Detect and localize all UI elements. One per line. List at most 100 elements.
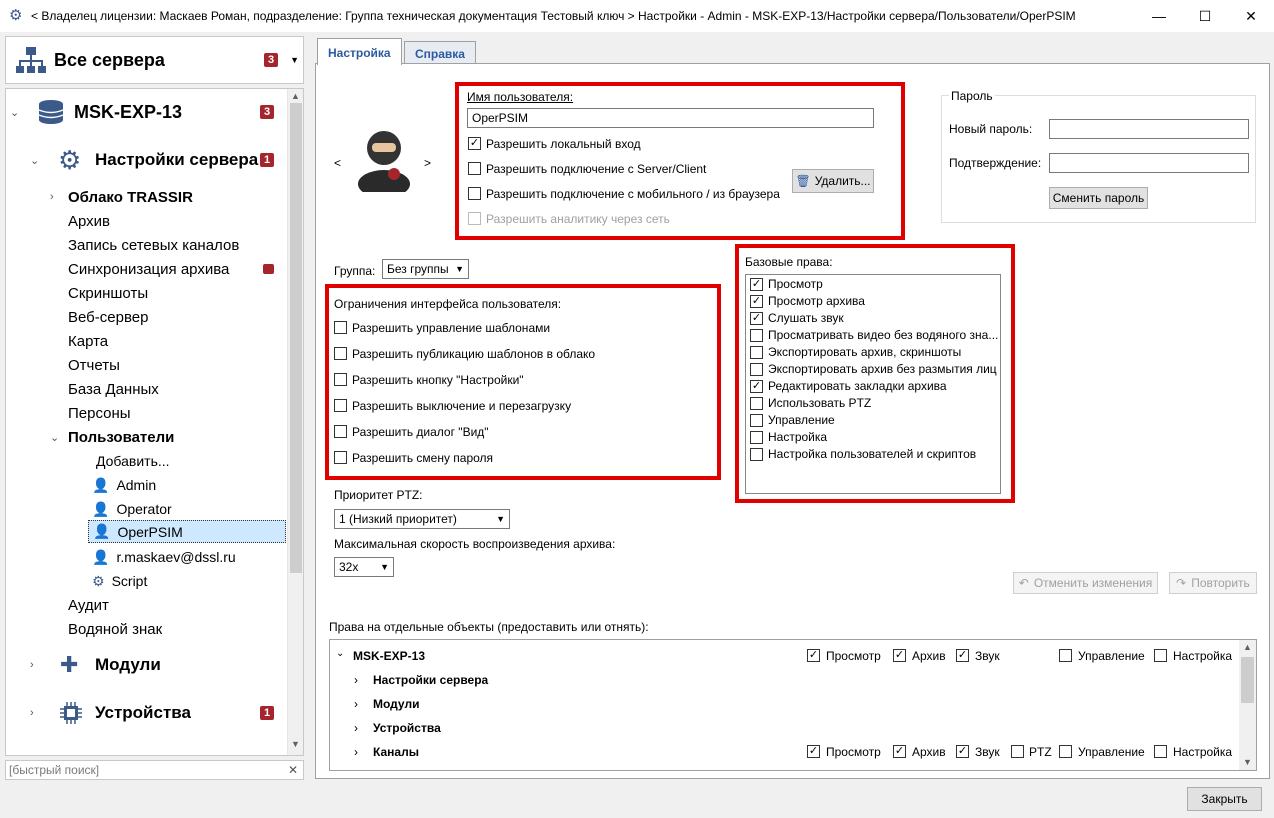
confirm-password-input[interactable] [1049,153,1249,173]
tree-item-devices[interactable]: › Устройства 1 [6,701,288,725]
close-window-button[interactable]: ✕ [1228,0,1274,32]
mobile-browser-label: Разрешить подключение с мобильного / из … [486,187,780,201]
tree-item-server[interactable]: ⌄ MSK-EXP-13 3 [6,100,288,124]
chevron-down-icon[interactable]: ⌄ [10,106,19,119]
checkbox-mobile-browser[interactable] [468,187,481,200]
checkbox-channels-settings[interactable] [1154,745,1167,758]
checkbox-channels-manage[interactable] [1059,745,1072,758]
tree-item-add-user[interactable]: Добавить... [96,449,170,473]
chevron-down-icon[interactable]: ⌄ [50,431,59,444]
perm-label: Просмотр [826,649,881,663]
tree-item-network-recording[interactable]: Запись сетевых каналов [68,233,239,257]
chevron-right-icon[interactable]: › [354,697,358,711]
close-button[interactable]: Закрыть [1187,787,1262,811]
checkbox-restriction-change-password[interactable] [334,451,347,464]
change-password-button[interactable]: Сменить пароль [1049,187,1148,209]
checkbox-restriction-cloud-publish[interactable] [334,347,347,360]
all-servers-header[interactable]: Все сервера 3 ▼ [5,36,304,84]
checkbox-server-client[interactable] [468,162,481,175]
checkbox-base-right[interactable]: ✓ [750,278,763,291]
tree-item-database[interactable]: База Данных [68,377,159,401]
checkbox-channels-archive[interactable]: ✓ [893,745,906,758]
checkbox-channels-sound[interactable]: ✓ [956,745,969,758]
chevron-down-icon[interactable]: ⌄ [30,154,39,167]
checkbox-channels-view[interactable]: ✓ [807,745,820,758]
tab-settings[interactable]: Настройка [317,38,402,65]
checkbox-restriction-shutdown[interactable] [334,399,347,412]
scrollbar-thumb[interactable] [290,103,302,573]
tree-item-map[interactable]: Карта [68,329,108,353]
tree-item-script[interactable]: ⚙ Script [92,569,147,593]
chevron-down-icon[interactable]: ▼ [290,55,299,65]
checkbox-base-right[interactable] [750,397,763,410]
playback-speed-select[interactable]: 32x ▼ [334,557,394,577]
tree-item-user-operator[interactable]: 👤 Operator [92,497,172,521]
tree-item-reports[interactable]: Отчеты [68,353,120,377]
chevron-right-icon[interactable]: › [354,673,358,687]
checkbox-base-right[interactable] [750,414,763,427]
tree-item-server-settings[interactable]: ⌄ ⚙ Настройки сервера 1 [6,147,288,173]
chevron-right-icon[interactable]: › [50,191,54,203]
maximize-button[interactable]: ☐ [1182,0,1228,32]
scroll-up-icon[interactable]: ▲ [1243,642,1252,652]
tree-item-modules[interactable]: › ✚ Модули [6,652,288,677]
checkbox-root-archive[interactable]: ✓ [893,649,906,662]
checkbox-base-right[interactable] [750,363,763,376]
group-select[interactable]: Без группы ▼ [382,259,469,279]
scroll-up-icon[interactable]: ▲ [291,91,300,101]
chevron-right-icon[interactable]: › [30,659,34,671]
username-input[interactable]: OperPSIM [467,108,874,128]
checkbox-root-settings[interactable] [1154,649,1167,662]
checkbox-base-right[interactable]: ✓ [750,380,763,393]
chevron-right-icon[interactable]: › [354,721,358,735]
prev-avatar-button[interactable]: < [334,156,341,170]
tree-item-screenshots[interactable]: Скриншоты [68,281,148,305]
ptz-priority-select[interactable]: 1 (Низкий приоритет) ▼ [334,509,510,529]
scrollbar-thumb[interactable] [1241,657,1254,703]
next-avatar-button[interactable]: > [424,156,431,170]
checkbox-base-right[interactable] [750,346,763,359]
scroll-down-icon[interactable]: ▼ [1243,757,1252,767]
tab-help[interactable]: Справка [404,41,476,64]
tree-item-persons[interactable]: Персоны [68,401,131,425]
checkbox-base-right[interactable] [750,431,763,444]
tree-label: Модули [95,655,161,674]
checkbox-root-sound[interactable]: ✓ [956,649,969,662]
checkbox-restriction-templates[interactable] [334,321,347,334]
checkbox-local-login[interactable]: ✓ [468,137,481,150]
new-password-input[interactable] [1049,119,1249,139]
undo-changes-button[interactable]: ↶ Отменить изменения [1013,572,1158,594]
tree-label: Устройства [95,703,191,722]
checkbox-root-manage[interactable] [1059,649,1072,662]
tree-item-user-operpsim[interactable]: 👤 OperPSIM [88,520,286,543]
tree-item-user-maskaev[interactable]: 👤 r.maskaev@dssl.ru [92,545,236,569]
object-tree-scrollbar[interactable]: ▲ ▼ [1239,640,1256,770]
checkbox-restriction-view-dialog[interactable] [334,425,347,438]
redo-button[interactable]: ↷ Повторить [1169,572,1257,594]
minimize-button[interactable]: — [1136,0,1182,32]
checkbox-base-right[interactable] [750,329,763,342]
checkbox-restriction-settings-button[interactable] [334,373,347,386]
tree-item-audit[interactable]: Аудит [68,593,109,617]
delete-user-button[interactable]: 🗑 Удалить... [792,169,874,193]
clear-search-icon[interactable]: ✕ [288,761,298,779]
chevron-right-icon[interactable]: › [30,707,34,719]
tree-item-archive[interactable]: Архив [68,209,110,233]
tree-item-web-server[interactable]: Веб-сервер [68,305,148,329]
tree-scrollbar[interactable]: ▲ ▼ [287,89,303,755]
base-right-label: Управление [768,413,835,427]
title-bar: ⚙ < Владелец лицензии: Маскаев Роман, по… [0,0,1274,32]
checkbox-base-right[interactable] [750,448,763,461]
chevron-down-icon[interactable]: ⌄ [336,648,344,659]
checkbox-base-right[interactable]: ✓ [750,312,763,325]
checkbox-network-analytics[interactable] [468,212,481,225]
tree-item-user-admin[interactable]: 👤 Admin [92,473,156,497]
checkbox-channels-ptz[interactable] [1011,745,1024,758]
scroll-down-icon[interactable]: ▼ [291,739,300,749]
tree-item-archive-sync[interactable]: Синхронизация архива [68,257,288,281]
tree-item-watermark[interactable]: Водяной знак [68,617,162,641]
chevron-right-icon[interactable]: › [354,745,358,759]
checkbox-root-view[interactable]: ✓ [807,649,820,662]
quick-search-input[interactable]: [быстрый поиск] ✕ [5,760,304,780]
checkbox-base-right[interactable]: ✓ [750,295,763,308]
